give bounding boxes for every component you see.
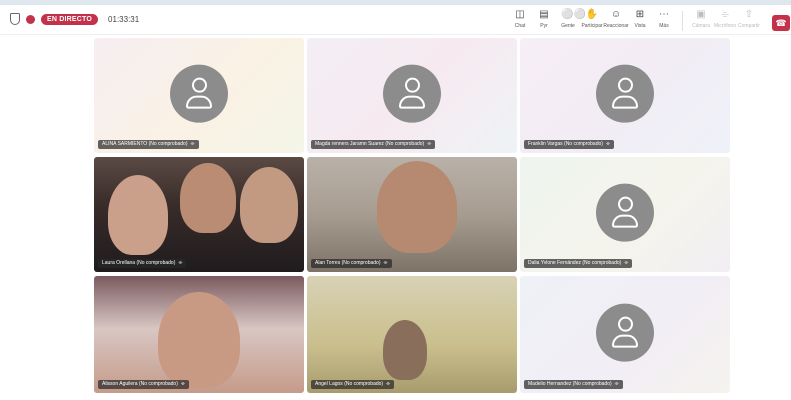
- mic-icon: ⌯: [721, 9, 729, 20]
- qa-icon: ▤: [539, 9, 549, 20]
- participant-video: [377, 161, 457, 253]
- avatar-icon: [383, 64, 441, 123]
- mic-muted-icon: ⌯: [427, 141, 432, 147]
- raise-hand-button[interactable]: ✋ Participar: [580, 9, 604, 31]
- mic-muted-icon: ⌯: [386, 381, 391, 387]
- participant-video-tile[interactable]: Alan Torres (No comprobado) ⌯: [307, 157, 517, 272]
- mic-muted-icon: ⌯: [624, 260, 629, 266]
- participant-tile[interactable]: Dalia Yvlone Fernández (No comprobado) ⌯: [520, 157, 730, 272]
- participant-video: [240, 167, 298, 243]
- meeting-status: EN DIRECTO 01:33:31: [10, 13, 139, 25]
- participant-name: Alisson Aguilera (No comprobado) ⌯: [98, 380, 189, 389]
- recording-icon: [26, 14, 35, 24]
- people-icon: ⚪⚪: [561, 9, 586, 20]
- participant-video: [383, 320, 427, 380]
- participant-name: Madelio Hernandez (No comprobado) ⌯: [524, 380, 623, 389]
- people-button[interactable]: ⚪⚪ Gente: [556, 9, 586, 31]
- participant-video: [108, 175, 168, 255]
- camera-button[interactable]: ▣ Cámara: [689, 9, 713, 31]
- mic-muted-icon: ⌯: [614, 381, 619, 387]
- participant-name: Laura Orellana (No comprobado) ⌯: [98, 259, 187, 268]
- participant-name: Dalia Yvlone Fernández (No comprobado) ⌯: [524, 259, 633, 268]
- participant-video-tile[interactable]: Angel Lagos (No comprobado) ⌯: [307, 276, 517, 393]
- hand-icon: ✋: [585, 9, 599, 20]
- qa-button[interactable]: ▤ Pyr: [532, 9, 556, 31]
- leave-call-button[interactable]: ☎: [772, 15, 790, 31]
- live-badge: EN DIRECTO: [41, 13, 99, 25]
- avatar-icon: [596, 303, 654, 362]
- share-button[interactable]: ⇧ Compartir: [737, 9, 761, 31]
- mic-muted-icon: ⌯: [190, 141, 195, 147]
- participant-name: Franklin Vargas (No comprobado) ⌯: [524, 140, 614, 149]
- mic-muted-icon: ⌯: [383, 260, 388, 266]
- mic-muted-icon: ⌯: [180, 381, 185, 387]
- participant-tile[interactable]: ALINA SARMIENTO (No comprobado) ⌯: [94, 38, 304, 153]
- mic-muted-icon: ⌯: [178, 260, 183, 266]
- participant-name: Angel Lagos (No comprobado) ⌯: [311, 380, 395, 389]
- participant-video-tile[interactable]: Laura Orellana (No comprobado) ⌯: [94, 157, 304, 272]
- toolbar-divider: [682, 11, 683, 31]
- grid-icon: ⊞: [635, 9, 645, 20]
- hang-up-icon: ☎: [775, 18, 787, 28]
- participant-tile[interactable]: Madelio Hernandez (No comprobado) ⌯: [520, 276, 730, 393]
- avatar-icon: [596, 183, 654, 242]
- smile-icon: ☺: [610, 9, 622, 20]
- microphone-button[interactable]: ⌯ Micrófono: [713, 9, 737, 31]
- more-button[interactable]: ⋯ Más: [652, 9, 676, 31]
- avatar-icon: [170, 64, 228, 123]
- participant-tile[interactable]: Magda renners Jaramn Suarez (No comproba…: [307, 38, 517, 153]
- participant-video-tile[interactable]: Alisson Aguilera (No comprobado) ⌯: [94, 276, 304, 393]
- more-icon: ⋯: [659, 9, 669, 20]
- meeting-toolbar: EN DIRECTO 01:33:31 ◫ Chat ▤ Pyr ⚪⚪ Gent…: [0, 5, 791, 35]
- participant-name: Alan Torres (No comprobado) ⌯: [311, 259, 392, 268]
- participant-name: Magda renners Jaramn Suarez (No comproba…: [311, 140, 436, 149]
- share-icon: ⇧: [744, 9, 754, 20]
- avatar-icon: [596, 64, 654, 123]
- chat-icon: ◫: [515, 9, 525, 20]
- shield-icon: [10, 13, 20, 25]
- react-button[interactable]: ☺ Reaccionar: [603, 9, 628, 31]
- meeting-timer: 01:33:31: [108, 14, 140, 24]
- participant-video: [158, 292, 240, 388]
- participant-video: [180, 163, 236, 233]
- view-button[interactable]: ⊞ Vista: [628, 9, 652, 31]
- participant-name: ALINA SARMIENTO (No comprobado) ⌯: [98, 140, 199, 149]
- toolbar-actions: ◫ Chat ▤ Pyr ⚪⚪ Gente ✋ Participar ☺ Rea…: [508, 9, 761, 31]
- chat-button[interactable]: ◫ Chat: [508, 9, 532, 31]
- camera-icon: ▣: [696, 9, 706, 20]
- participant-tile[interactable]: Franklin Vargas (No comprobado) ⌯: [520, 38, 730, 153]
- mic-muted-icon: ⌯: [605, 141, 610, 147]
